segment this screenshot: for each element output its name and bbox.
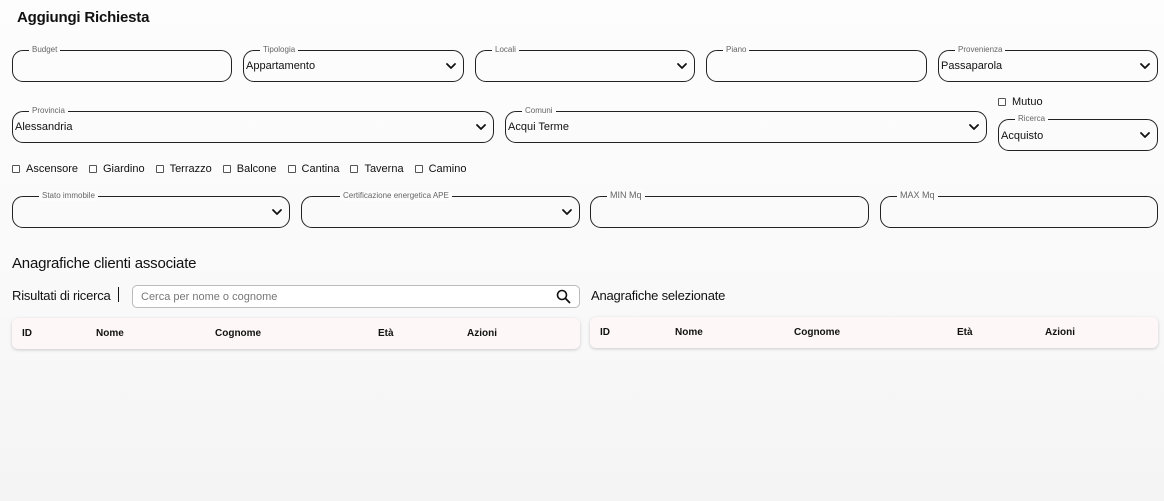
tipologia-label: Tipologia [260,45,299,55]
tipologia-select[interactable]: Tipologia Appartamento [243,45,464,82]
column-header-cognome: Cognome [215,328,262,339]
max-mq-input[interactable]: MAX Mq [880,190,1158,228]
column-header-azioni: Azioni [467,328,497,339]
provenienza-select[interactable]: Provenienza Passaparola [938,45,1158,82]
ricerca-select[interactable]: Ricerca Acquisto [998,114,1158,151]
column-header-cognome: Cognome [794,327,841,338]
budget-label: Budget [29,45,61,55]
max-mq-label: MAX Mq [897,190,938,200]
min-mq-label: MIN Mq [607,190,645,200]
clients-section-title: Anagrafiche clienti associate [12,255,197,272]
feature-label: Balcone [236,163,277,175]
stato-immobile-label: Stato immobile [39,191,98,201]
features-checkboxes: Ascensore Giardino Terrazzo Balcone Cant… [12,163,477,175]
search-icon[interactable] [556,289,571,309]
feature-label: Giardino [102,163,145,175]
chevron-down-icon [1139,60,1151,72]
feature-label: Ascensore [26,163,78,175]
min-mq-input[interactable]: MIN Mq [590,190,869,228]
provincia-select[interactable]: Provincia Alessandria [12,106,494,143]
feature-checkbox-ascensore[interactable]: Ascensore [12,163,78,175]
checkbox-box[interactable] [414,165,423,173]
locali-select[interactable]: Locali [475,45,695,82]
mutuo-checkbox-box[interactable] [998,98,1006,106]
provincia-value: Alessandria [15,121,73,133]
checkbox-box[interactable] [88,165,97,173]
feature-checkbox-camino[interactable]: Camino [414,163,467,175]
locali-label: Locali [492,45,519,55]
column-header-id: ID [22,328,32,339]
column-header-azioni: Azioni [1045,327,1075,338]
checkbox-box[interactable] [350,165,359,173]
feature-label: Cantina [301,163,340,175]
search-placeholder: Cerca per nome o cognome [141,291,278,303]
column-header-eta: Età [378,328,394,339]
selected-label: Anagrafiche selezionate [591,288,726,303]
checkbox-box[interactable] [287,165,296,173]
stato-immobile-select[interactable]: Stato immobile [12,191,290,228]
provenienza-value: Passaparola [941,60,1003,72]
column-header-id: ID [600,327,610,338]
comuni-select[interactable]: Comuni Acqui Terme [505,106,987,143]
feature-checkbox-cantina[interactable]: Cantina [287,163,340,175]
feature-label: Taverna [364,163,404,175]
checkbox-box[interactable] [155,165,164,173]
provenienza-label: Provenienza [955,45,1006,55]
chevron-down-icon [676,60,688,72]
column-header-nome: Nome [96,328,124,339]
checkbox-box[interactable] [222,165,231,173]
ape-label: Certificazione energetica APE [340,191,452,201]
feature-checkbox-taverna[interactable]: Taverna [350,163,404,175]
mutuo-checkbox[interactable]: Mutuo [998,96,1043,108]
feature-checkbox-terrazzo[interactable]: Terrazzo [155,163,212,175]
chevron-down-icon [271,206,283,218]
column-header-nome: Nome [675,327,703,338]
comuni-value: Acqui Terme [508,121,569,133]
chevron-down-icon [561,206,573,218]
checkbox-box[interactable] [12,165,20,173]
ape-select[interactable]: Certificazione energetica APE [301,191,580,228]
feature-label: Terrazzo [169,163,212,175]
chevron-down-icon [475,121,487,133]
piano-input[interactable]: Piano [706,45,927,82]
feature-checkbox-balcone[interactable]: Balcone [222,163,277,175]
results-table-header: ID Nome Cognome Età Azioni [12,318,580,349]
tipologia-value: Appartamento [246,60,316,72]
results-label: Risultati di ricerca [12,288,111,303]
chevron-down-icon [445,60,457,72]
ricerca-value: Acquisto [1001,130,1044,142]
mutuo-label: Mutuo [1012,96,1043,108]
feature-label: Camino [428,163,467,175]
piano-label: Piano [723,45,750,55]
text-caret [118,287,119,302]
chevron-down-icon [1139,129,1151,141]
feature-checkbox-giardino[interactable]: Giardino [88,163,145,175]
chevron-down-icon [968,121,980,133]
ricerca-label: Ricerca [1015,114,1049,124]
provincia-label: Provincia [29,106,68,116]
comuni-label: Comuni [522,106,556,116]
client-search-input[interactable]: Cerca per nome o cognome [132,285,580,308]
selected-table-header: ID Nome Cognome Età Azioni [590,317,1158,348]
column-header-eta: Età [957,327,973,338]
budget-input[interactable]: Budget [12,45,232,82]
page-title: Aggiungi Richiesta [17,9,150,26]
